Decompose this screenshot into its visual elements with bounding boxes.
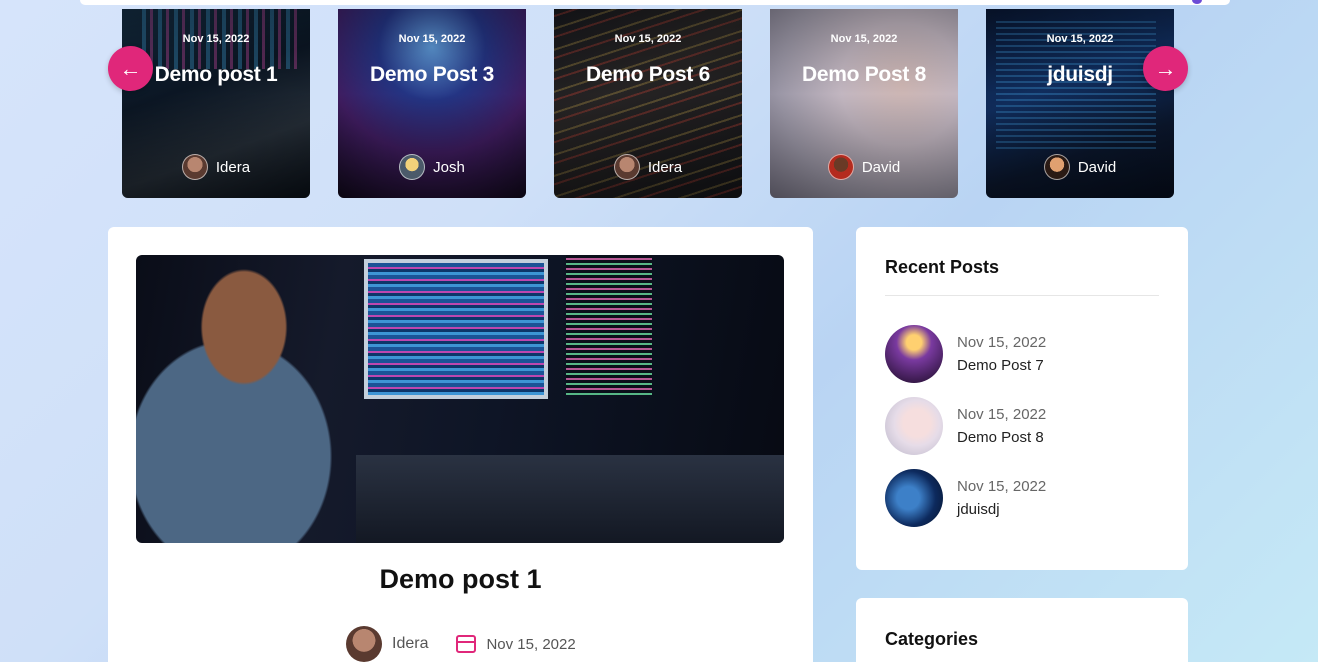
browser-top-strip <box>80 0 1230 5</box>
card-author[interactable]: David <box>986 154 1174 180</box>
avatar <box>181 154 208 180</box>
recent-post-title[interactable]: Demo Post 8 <box>957 429 1046 446</box>
card-author[interactable]: Josh <box>338 154 526 180</box>
arrow-left-icon: ← <box>119 55 142 81</box>
card-title[interactable]: Demo Post 3 <box>338 63 526 87</box>
post-title[interactable]: Demo post 1 <box>108 564 813 595</box>
card-author-name: Idera <box>215 158 251 176</box>
recent-post-thumbnail[interactable] <box>885 325 943 383</box>
carousel-card[interactable]: Nov 15, 2022 Demo Post 3 Josh <box>338 9 526 198</box>
card-date: Nov 15, 2022 <box>614 33 682 45</box>
recent-post-item[interactable]: Nov 15, 2022 Demo Post 7 <box>885 325 1046 383</box>
recent-post-thumbnail[interactable] <box>885 397 943 455</box>
carousel-card[interactable]: Nov 15, 2022 Demo Post 8 David <box>770 9 958 198</box>
categories-title: Categories <box>885 629 979 649</box>
carousel-card[interactable]: Nov 15, 2022 Demo post 1 Idera <box>122 9 310 198</box>
calendar-icon <box>456 635 477 653</box>
recent-post-thumbnail[interactable] <box>885 469 943 527</box>
card-author[interactable]: Idera <box>122 154 310 180</box>
post-hero-image[interactable] <box>136 255 784 543</box>
profile-dot-icon <box>1192 0 1202 4</box>
post-date: Nov 15, 2022 <box>486 635 576 653</box>
post-author[interactable]: Idera <box>392 635 428 653</box>
post-meta: Idera Nov 15, 2022 <box>346 626 576 662</box>
post-carousel: Nov 15, 2022 Demo post 1 Idera Nov 15, 2… <box>122 9 1174 198</box>
recent-posts-title: Recent Posts <box>885 257 1000 277</box>
recent-post-date: Nov 15, 2022 <box>957 334 1047 351</box>
card-title[interactable]: Demo Post 6 <box>554 63 742 87</box>
card-date: Nov 15, 2022 <box>830 33 898 45</box>
avatar <box>827 154 854 180</box>
avatar <box>399 154 426 180</box>
avatar <box>1043 154 1070 180</box>
recent-post-date: Nov 15, 2022 <box>957 478 1047 495</box>
recent-post-title[interactable]: jduisdj <box>957 501 1046 518</box>
divider <box>885 295 1159 296</box>
recent-post-item[interactable]: Nov 15, 2022 jduisdj <box>885 469 1046 527</box>
main-post-card: Demo post 1 Idera Nov 15, 2022 <box>108 227 813 662</box>
carousel-next-button[interactable]: → <box>1143 46 1188 91</box>
recent-posts-widget: Recent Posts Nov 15, 2022 Demo Post 7 No… <box>856 227 1188 570</box>
categories-widget: Categories <box>856 598 1188 662</box>
carousel-card[interactable]: Nov 15, 2022 Demo Post 6 Idera <box>554 9 742 198</box>
arrow-right-icon: → <box>1154 55 1177 81</box>
carousel-prev-button[interactable]: ← <box>108 46 153 91</box>
card-author-name: David <box>1077 158 1117 176</box>
card-date: Nov 15, 2022 <box>182 33 250 45</box>
card-author-name: Josh <box>433 158 465 176</box>
card-title[interactable]: Demo Post 8 <box>770 63 958 87</box>
recent-post-title[interactable]: Demo Post 7 <box>957 357 1046 374</box>
card-author[interactable]: David <box>770 154 958 180</box>
card-author-name: David <box>861 158 901 176</box>
author-avatar <box>346 626 382 662</box>
card-date: Nov 15, 2022 <box>1046 33 1114 45</box>
carousel-card[interactable]: Nov 15, 2022 jduisdj David <box>986 9 1174 198</box>
card-author-name: Idera <box>647 158 683 176</box>
recent-post-item[interactable]: Nov 15, 2022 Demo Post 8 <box>885 397 1046 455</box>
card-author[interactable]: Idera <box>554 154 742 180</box>
recent-post-date: Nov 15, 2022 <box>957 406 1047 423</box>
card-date: Nov 15, 2022 <box>398 33 466 45</box>
avatar <box>613 154 640 180</box>
